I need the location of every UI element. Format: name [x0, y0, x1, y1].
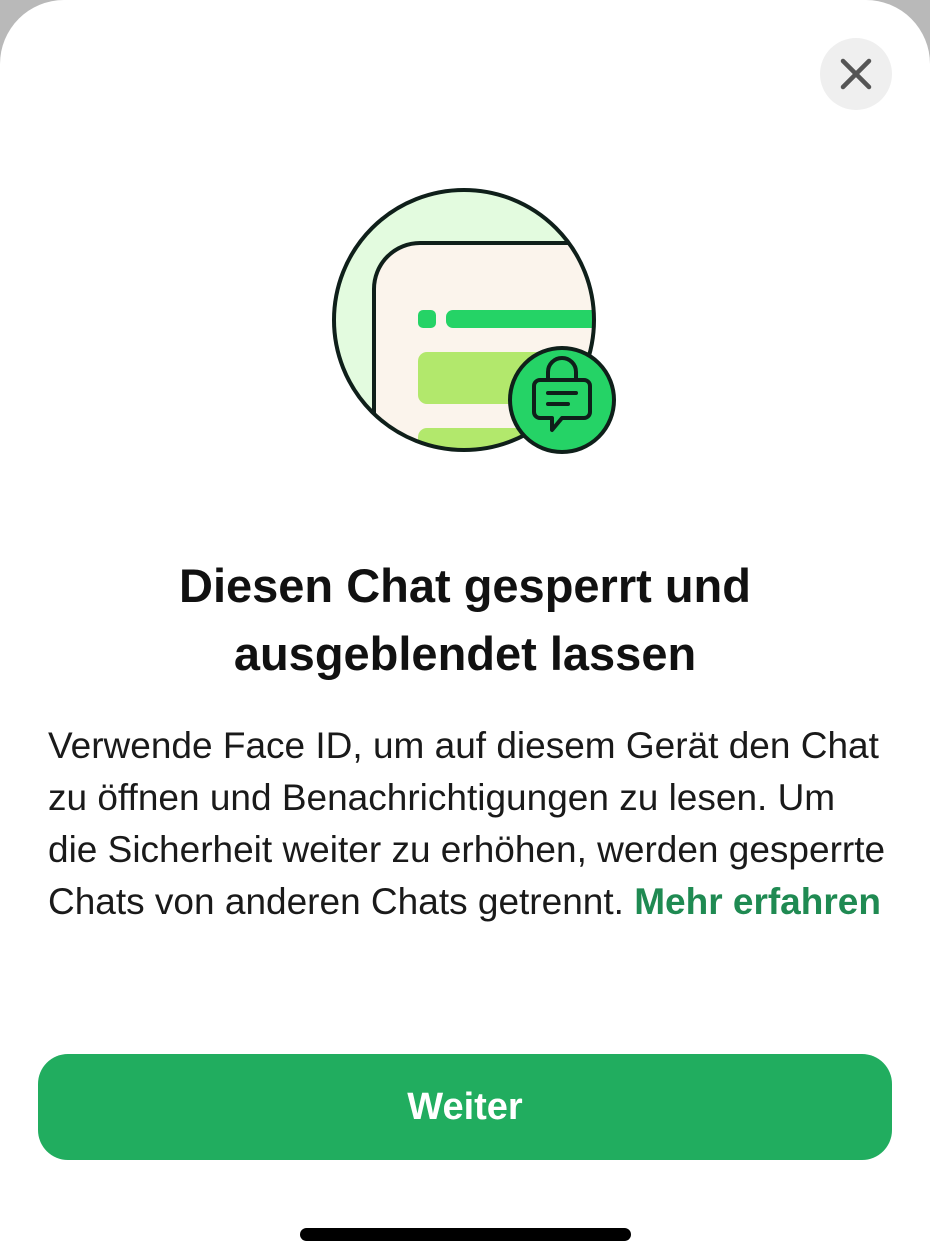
close-icon	[840, 58, 872, 90]
close-button[interactable]	[820, 38, 892, 110]
dialog-title: Diesen Chat gesperrt und ausgeblendet la…	[179, 559, 751, 680]
dialog-description: Verwende Face ID, um auf diesem Gerät de…	[48, 720, 888, 928]
learn-more-link[interactable]: Mehr erfahren	[634, 881, 881, 922]
chat-line-dot	[418, 310, 436, 328]
lock-chat-sheet: Diesen Chat gesperrt und ausgeblendet la…	[0, 0, 930, 1260]
locked-chat-illustration	[332, 188, 616, 454]
chat-line-top	[446, 310, 594, 328]
locked-chat-icon	[508, 346, 616, 454]
home-indicator	[300, 1228, 631, 1241]
continue-button[interactable]: Weiter	[38, 1054, 892, 1160]
